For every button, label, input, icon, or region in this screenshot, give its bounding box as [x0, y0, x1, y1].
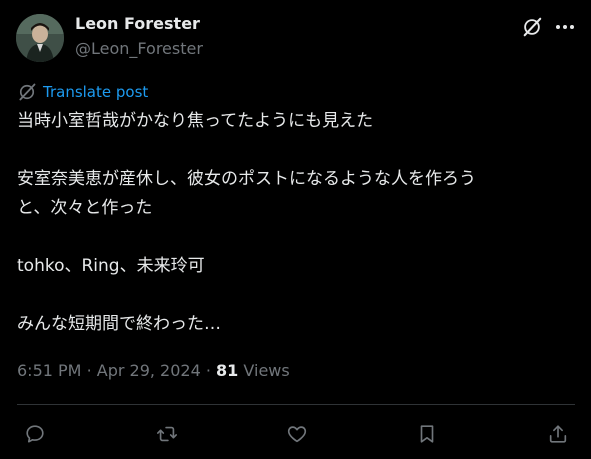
bookmark-button[interactable]: [414, 421, 440, 447]
more-options-button[interactable]: [552, 14, 578, 40]
post-text-line: 当時小室哲哉がかなり焦ってたようにも見えた: [17, 111, 374, 131]
translate-post-label: Translate post: [43, 83, 149, 101]
author-handle[interactable]: @Leon_Forester: [75, 39, 203, 58]
grok-icon: [523, 17, 542, 37]
grok-icon: [19, 83, 36, 101]
post-text-line: みんな短期間で終わった…: [17, 314, 221, 334]
avatar[interactable]: [16, 14, 64, 62]
repost-button[interactable]: [154, 421, 180, 447]
like-button[interactable]: [284, 421, 310, 447]
divider: [17, 404, 575, 405]
avatar-image: [16, 14, 64, 62]
post-time[interactable]: 6:51 PM: [17, 361, 81, 380]
more-icon-dot: [556, 25, 560, 29]
like-icon: [287, 426, 307, 443]
views-count: 81: [216, 361, 239, 380]
reply-button[interactable]: [22, 421, 48, 447]
more-icon-dot: [563, 25, 567, 29]
share-button[interactable]: [545, 421, 571, 447]
meta-separator: ·: [205, 361, 211, 380]
post-meta: 6:51 PM · Apr 29, 2024 · 81 Views: [17, 361, 290, 380]
translate-post-link[interactable]: Translate post: [17, 82, 148, 102]
more-icon-dot: [570, 25, 574, 29]
post-text-line: 安室奈美恵が産休し、彼女のポストになるような人を作ろう: [17, 169, 476, 189]
post-container: Leon Forester @Leon_Forester Translate p…: [0, 0, 591, 459]
post-text-line: と、次々と作った: [17, 198, 153, 218]
grok-button[interactable]: [519, 14, 545, 40]
author-display-name[interactable]: Leon Forester: [75, 14, 200, 33]
reply-icon: [26, 425, 44, 443]
post-date[interactable]: Apr 29, 2024: [97, 361, 201, 380]
repost-icon: [157, 426, 177, 442]
views-label: Views: [243, 361, 290, 380]
meta-separator: ·: [86, 361, 92, 380]
post-text-line: tohko、Ring、未来玲可: [17, 256, 205, 276]
share-icon: [549, 425, 567, 443]
bookmark-icon: [420, 425, 434, 443]
